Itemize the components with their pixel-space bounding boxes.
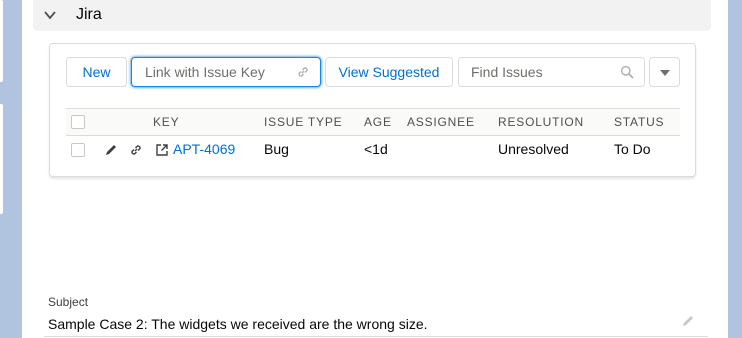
column-header-assignee: ASSIGNEE — [407, 115, 475, 129]
column-header-status: STATUS — [614, 115, 665, 129]
subject-label: Subject — [48, 295, 89, 309]
section-title: Jira — [76, 6, 102, 23]
find-issues-placeholder: Find Issues — [471, 64, 543, 80]
caret-down-icon — [660, 70, 670, 76]
subject-value: Sample Case 2: The widgets we received a… — [48, 316, 428, 332]
field-divider — [44, 336, 708, 337]
row-checkbox[interactable] — [71, 143, 85, 157]
new-button[interactable]: New — [66, 57, 127, 87]
issue-type-cell: Bug — [264, 141, 289, 157]
left-edge-panel — [0, 0, 3, 82]
link-icon — [298, 67, 308, 77]
table-row: APT-4069 Bug <1d Unresolved To Do — [66, 135, 680, 163]
more-actions-menu-button[interactable] — [649, 57, 680, 87]
column-header-age: AGE — [364, 115, 392, 129]
jira-section-header[interactable]: Jira — [33, 0, 711, 31]
search-icon — [620, 65, 634, 79]
left-edge-panel — [0, 104, 3, 214]
link-issue-key-input[interactable]: Link with Issue Key — [131, 57, 321, 87]
record-panel: Jira New Link with Issue Key View Sugges… — [22, 0, 728, 338]
column-header-issue-type: ISSUE TYPE — [264, 115, 343, 129]
select-all-checkbox[interactable] — [71, 115, 85, 129]
left-page-margin — [0, 0, 22, 338]
column-header-key: KEY — [153, 115, 180, 129]
jira-issues-card: New Link with Issue Key View Suggested F… — [49, 43, 696, 177]
issues-table-header: KEY ISSUE TYPE AGE ASSIGNEE RESOLUTION S… — [66, 108, 680, 136]
edit-icon[interactable] — [681, 314, 695, 328]
column-header-resolution: RESOLUTION — [498, 115, 585, 129]
external-link-icon[interactable] — [155, 143, 169, 157]
status-cell: To Do — [614, 141, 651, 157]
chevron-down-icon[interactable] — [43, 8, 57, 22]
resolution-cell: Unresolved — [498, 141, 569, 157]
issue-key-link[interactable]: APT-4069 — [173, 141, 235, 157]
age-cell: <1d — [364, 141, 388, 157]
right-page-margin — [728, 0, 742, 338]
attach-link-icon[interactable] — [129, 143, 143, 157]
link-issue-key-placeholder: Link with Issue Key — [145, 64, 265, 80]
edit-icon[interactable] — [104, 143, 118, 157]
find-issues-input[interactable]: Find Issues — [458, 57, 645, 87]
view-suggested-button[interactable]: View Suggested — [325, 57, 453, 87]
